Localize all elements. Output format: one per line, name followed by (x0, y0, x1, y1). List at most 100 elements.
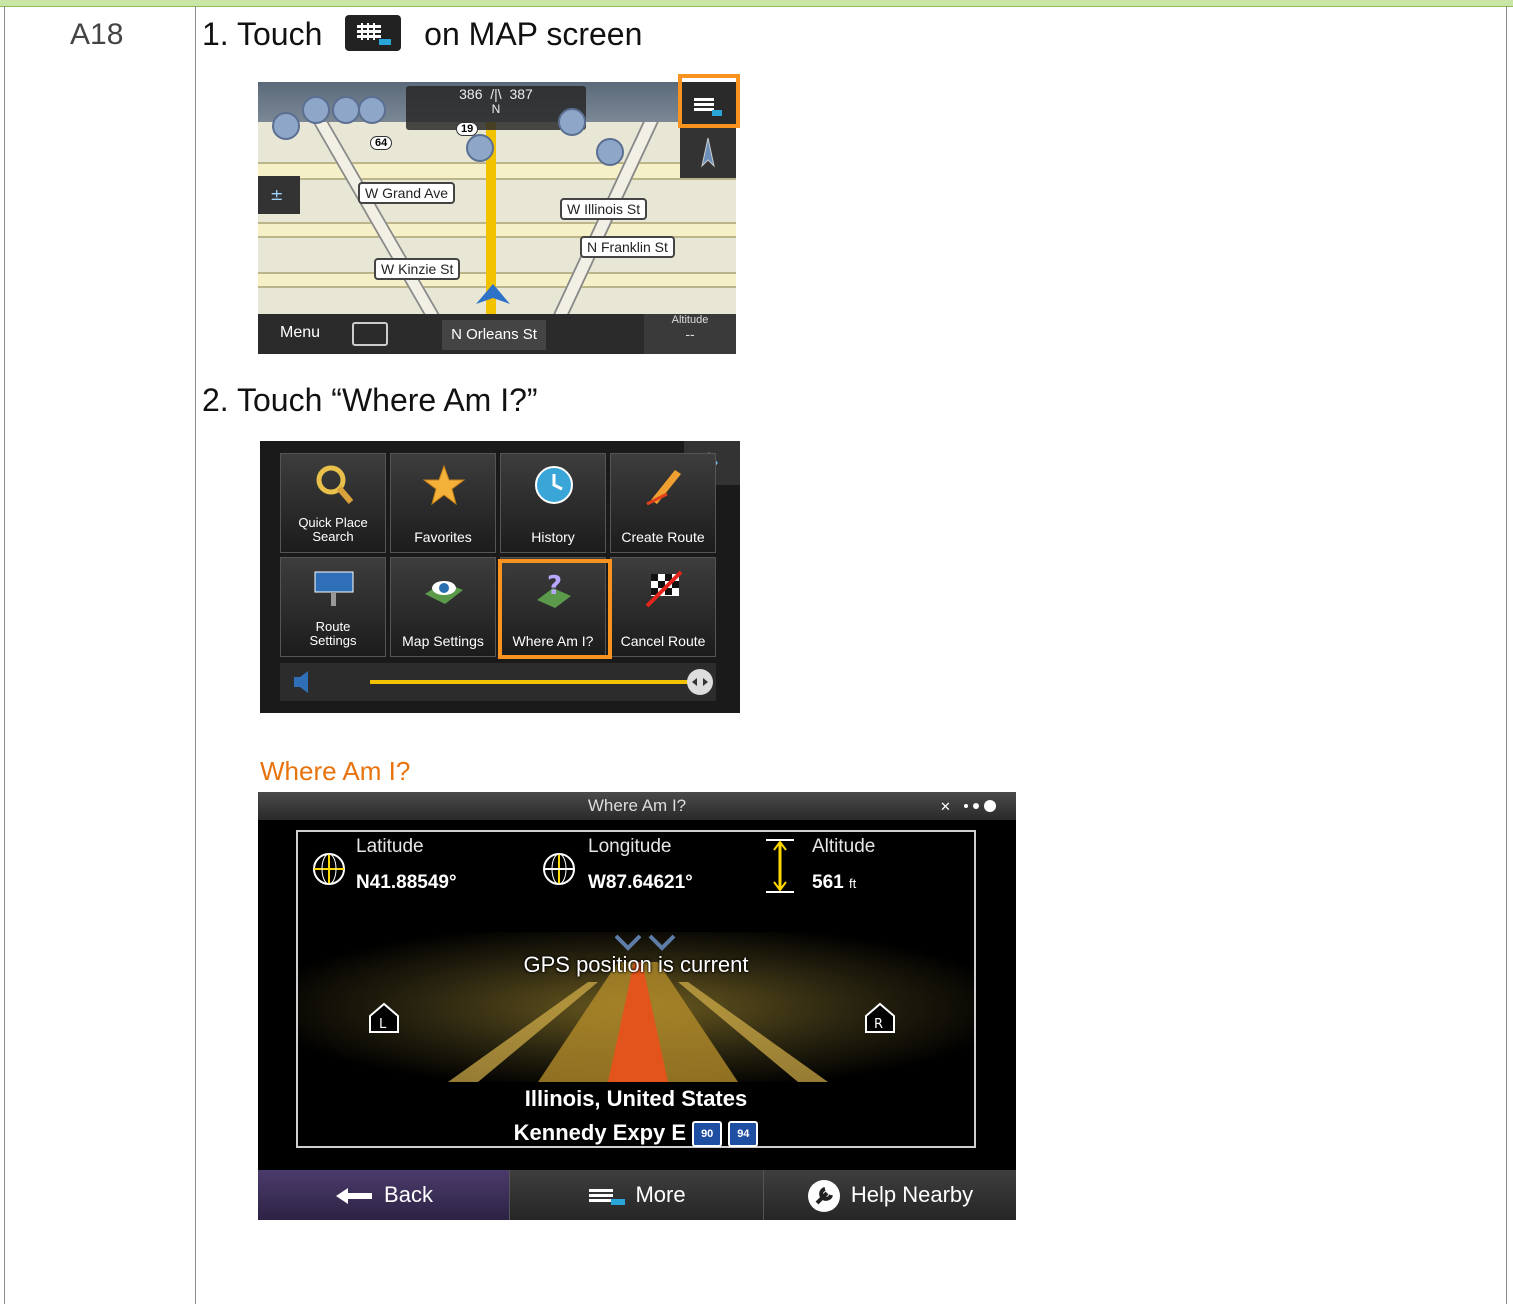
tile-create-route[interactable]: Create Route (610, 453, 716, 553)
clock-icon (535, 466, 573, 504)
poi-icon[interactable] (332, 96, 360, 124)
grid-arrow-icon (589, 1189, 626, 1206)
tile-map-settings[interactable]: Map Settings (390, 557, 496, 657)
gps-status: GPS position is current (523, 952, 749, 977)
poi-icon[interactable] (466, 134, 494, 162)
street-label: W Illinois St (560, 198, 648, 220)
tile-label: Map Settings (402, 633, 484, 649)
star-icon (423, 464, 465, 506)
eye-map-icon (425, 581, 463, 604)
zoom-button[interactable]: ± (258, 176, 300, 214)
tile-quick-place-search[interactable]: Quick Place Search (280, 453, 386, 553)
tile-label: Route Settings (309, 619, 357, 648)
altitude-display: Altitude -- (644, 314, 736, 354)
map-screenshot: 386 /|\ 387 N 64 19 W Grand Ave W Illino… (258, 82, 736, 354)
step-1-after: on MAP screen (424, 16, 643, 52)
where-am-i-screenshot: Where Am I? ✕ Latitude N41.88549° Longit… (258, 792, 1016, 1220)
poi-icon[interactable] (302, 96, 330, 124)
location-panel: Latitude N41.88549° Longitude W87.64621°… (296, 830, 976, 1148)
street-label: N Franklin St (580, 236, 675, 258)
street-label: W Kinzie St (374, 258, 461, 280)
poi-icon[interactable] (358, 96, 386, 124)
road-sign-icon (314, 571, 354, 606)
step-1-before: Touch (237, 16, 323, 52)
table-header-bar (0, 0, 1513, 7)
globe-icon (313, 853, 345, 885)
current-street: N Orleans St (442, 320, 546, 350)
tile-favorites[interactable]: Favorites (390, 453, 496, 553)
road-name: Kennedy Expy E (513, 1120, 687, 1145)
step-1-text: 1. Touch on MAP screen (202, 14, 643, 55)
tile-label: History (531, 529, 575, 545)
longitude-value: W87.64621° (588, 872, 693, 893)
compass-left: 386 (459, 86, 483, 102)
tile-label: Quick Place Search (298, 515, 368, 544)
more-label: More (635, 1182, 686, 1207)
altitude-icon (766, 839, 794, 893)
tile-history[interactable]: History (500, 453, 606, 553)
route-shield-19: 19 (456, 122, 479, 136)
poi-icon[interactable] (272, 112, 300, 140)
highlight-more-button (678, 74, 740, 128)
step-2-text: 2. Touch “Where Am I?” (202, 382, 538, 418)
tile-label: Create Route (621, 529, 705, 545)
split-view-icon[interactable] (352, 322, 388, 346)
screen-title: Where Am I? (258, 792, 1016, 820)
vehicle-arrow-icon (476, 284, 510, 304)
altitude-label: Altitude (812, 836, 876, 857)
checkered-flag-icon (645, 570, 683, 608)
svg-text:±: ± (270, 185, 283, 204)
street-label: W Grand Ave (358, 182, 456, 204)
table-column-divider (195, 6, 196, 1304)
gps-signal-icon: ✕ (940, 800, 996, 814)
poi-icon[interactable] (596, 138, 624, 166)
right-side-house-icon: R (865, 1002, 895, 1033)
pencil-icon (646, 470, 681, 506)
highlight-where-am-i (498, 559, 612, 659)
back-button[interactable]: Back (258, 1170, 510, 1220)
route-shield-64: 64 (370, 136, 393, 150)
map-bottom-bar: Menu N Orleans St Altitude -- (258, 314, 736, 354)
map-road (258, 162, 736, 180)
volume-slider[interactable] (280, 663, 716, 701)
help-label: Help Nearby (850, 1182, 974, 1207)
tile-label: Cancel Route (620, 633, 706, 649)
interstate-shield: 90 (692, 1121, 723, 1148)
altitude-value: -- (685, 326, 695, 342)
back-label: Back (384, 1182, 433, 1207)
where-am-i-caption: Where Am I? (260, 756, 411, 786)
table-border-left (4, 6, 5, 1304)
latitude-label: Latitude (356, 836, 424, 857)
poi-icon[interactable] (558, 108, 586, 136)
magnifier-icon (316, 465, 354, 504)
longitude-label: Longitude (588, 836, 672, 857)
compass-right: 387 (509, 86, 533, 102)
altitude-unit: ft (848, 876, 857, 891)
more-menu-icon (345, 14, 402, 51)
tile-label: Favorites (414, 529, 472, 545)
step-1-number: 1. (202, 16, 229, 52)
location-region: Illinois, United States (524, 1086, 748, 1111)
globe-icon (543, 853, 575, 885)
interstate-shield: 94 (728, 1121, 759, 1148)
altitude-label: Altitude (671, 314, 709, 326)
altitude-value-row: 561 ft (812, 872, 856, 894)
menu-button[interactable]: Menu (280, 324, 320, 342)
altitude-value: 561 (812, 872, 844, 893)
back-arrow-icon (336, 1188, 373, 1205)
svg-text:R: R (874, 1017, 883, 1032)
more-button[interactable]: More (510, 1170, 764, 1220)
svg-text:✕: ✕ (940, 800, 951, 814)
footer-bar: Back More Help Nearby (258, 1170, 1016, 1220)
tile-cancel-route[interactable]: Cancel Route (610, 557, 716, 657)
left-side-house-icon: L (369, 1002, 399, 1033)
row-id: A18 (70, 18, 124, 51)
help-nearby-button[interactable]: Help Nearby (764, 1170, 1016, 1220)
latitude-value: N41.88549° (356, 872, 457, 893)
location-road: Kennedy Expy E 90 94 (298, 1120, 974, 1148)
view-mode-button[interactable] (680, 126, 736, 178)
table-border-right (1506, 6, 1507, 1304)
speaker-icon (294, 671, 308, 693)
wrench-icon (807, 1180, 840, 1213)
tile-route-settings[interactable]: Route Settings (280, 557, 386, 657)
